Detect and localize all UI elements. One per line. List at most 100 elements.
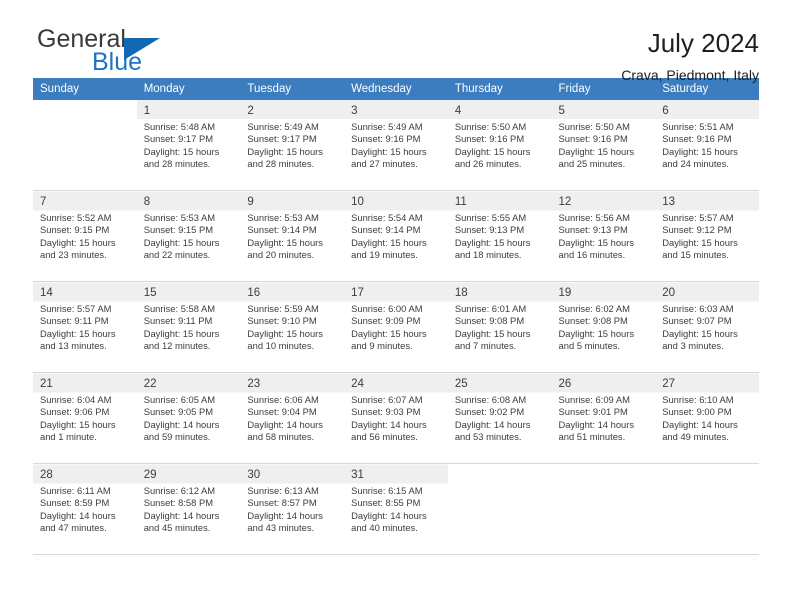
sunrise-text: Sunrise: 6:08 AM [454,394,527,405]
daylight-text-line2: and 12 minutes. [143,340,211,352]
day-cell[interactable]: 26 Sunrise: 6:09 AM Sunset: 9:01 PM Dayl… [551,372,656,464]
daylight-text-line2: and 19 minutes. [351,249,418,261]
sunrise-text: Sunrise: 6:10 AM [662,394,734,405]
daylight-text-line1: Daylight: 14 hours [247,418,323,430]
day-number: 25 [454,378,468,390]
calendar-week-row: 1 Sunrise: 5:48 AM Sunset: 9:17 PM Dayli… [33,100,759,191]
day-cell[interactable]: 24 Sunrise: 6:07 AM Sunset: 9:03 PM Dayl… [344,372,448,464]
day-number: 15 [143,287,157,299]
day-cell[interactable]: 1 Sunrise: 5:48 AM Sunset: 9:17 PM Dayli… [136,100,241,191]
day-number: 1 [143,105,151,117]
day-cell[interactable]: 4 Sunrise: 5:50 AM Sunset: 9:16 PM Dayli… [447,100,552,191]
day-number: 30 [247,469,261,481]
day-cell[interactable]: 25 Sunrise: 6:08 AM Sunset: 9:02 PM Dayl… [447,372,552,464]
sunset-text: Sunset: 9:06 PM [40,406,110,418]
daylight-text-line2: and 51 minutes. [558,431,626,443]
day-cell[interactable]: 16 Sunrise: 5:59 AM Sunset: 9:10 PM Dayl… [240,281,345,373]
day-number: 16 [247,287,261,299]
logo-triangle-icon [124,38,160,60]
sunrise-text: Sunrise: 5:51 AM [662,121,734,132]
daylight-text-line2: and 9 minutes. [351,340,413,352]
day-cell[interactable]: 15 Sunrise: 5:58 AM Sunset: 9:11 PM Dayl… [136,281,241,373]
day-cell[interactable]: 27 Sunrise: 6:10 AM Sunset: 9:00 PM Dayl… [655,372,759,464]
day-number: 24 [351,378,364,390]
daylight-text-line1: Daylight: 15 hours [40,418,116,430]
weekday-header-wednesday: Wednesday [344,78,448,100]
day-cell[interactable]: 31 Sunrise: 6:15 AM Sunset: 8:55 PM Dayl… [344,463,448,555]
sunrise-text: Sunrise: 5:56 AM [558,212,630,223]
day-cell[interactable]: 2 Sunrise: 5:49 AM Sunset: 9:17 PM Dayli… [240,100,345,191]
daylight-text-line2: and 20 minutes. [247,249,315,261]
day-cell[interactable]: 21 Sunrise: 6:04 AM Sunset: 9:06 PM Dayl… [33,372,137,464]
sunset-text: Sunset: 9:17 PM [247,133,317,145]
sunrise-text: Sunrise: 5:53 AM [247,212,319,223]
sunset-text: Sunset: 9:03 PM [351,406,421,418]
daylight-text-line1: Daylight: 15 hours [454,236,531,248]
day-cell-empty [551,463,656,555]
day-cell[interactable]: 5 Sunrise: 5:50 AM Sunset: 9:16 PM Dayli… [551,100,656,191]
day-cell[interactable]: 19 Sunrise: 6:02 AM Sunset: 9:08 PM Dayl… [551,281,656,373]
day-number: 3 [351,105,358,117]
day-cell[interactable]: 13 Sunrise: 5:57 AM Sunset: 9:12 PM Dayl… [655,190,759,282]
sunset-text: Sunset: 9:07 PM [662,315,732,327]
day-cell[interactable]: 20 Sunrise: 6:03 AM Sunset: 9:07 PM Dayl… [655,281,759,373]
day-number: 14 [40,287,53,299]
day-cell[interactable]: 18 Sunrise: 6:01 AM Sunset: 9:08 PM Dayl… [447,281,552,373]
sunrise-text: Sunrise: 5:57 AM [662,212,734,223]
sunset-text: Sunset: 9:02 PM [454,406,525,418]
sunrise-text: Sunrise: 5:49 AM [351,121,423,132]
calendar-table: Sunday Monday Tuesday Wednesday Thursday… [33,78,759,555]
daylight-text-line2: and 58 minutes. [247,431,315,443]
daylight-text-line2: and 10 minutes. [247,340,315,352]
sunset-text: Sunset: 9:16 PM [558,133,628,145]
calendar-week-row: 28 Sunrise: 6:11 AM Sunset: 8:59 PM Dayl… [33,463,759,555]
day-cell[interactable]: 22 Sunrise: 6:05 AM Sunset: 9:05 PM Dayl… [136,372,241,464]
daylight-text-line1: Daylight: 15 hours [662,327,738,339]
day-cell[interactable]: 8 Sunrise: 5:53 AM Sunset: 9:15 PM Dayli… [136,190,241,282]
day-cell[interactable]: 30 Sunrise: 6:13 AM Sunset: 8:57 PM Dayl… [240,463,345,555]
day-cell[interactable]: 11 Sunrise: 5:55 AM Sunset: 9:13 PM Dayl… [447,190,552,282]
sunset-text: Sunset: 8:57 PM [247,497,317,509]
sunset-text: Sunset: 9:12 PM [662,224,732,236]
day-cell[interactable]: 28 Sunrise: 6:11 AM Sunset: 8:59 PM Dayl… [33,463,137,555]
weekday-header-thursday: Thursday [447,78,552,100]
day-cell[interactable]: 10 Sunrise: 5:54 AM Sunset: 9:14 PM Dayl… [344,190,448,282]
daylight-text-line1: Daylight: 15 hours [558,145,635,157]
daylight-text-line2: and 13 minutes. [40,340,107,352]
title-block: July 2024 Crava, Piedmont, Italy [621,26,759,85]
page-header: General Blue July 2024 Crava, Piedmont, … [33,0,759,83]
sunrise-text: Sunrise: 6:01 AM [454,303,527,314]
day-cell[interactable]: 23 Sunrise: 6:06 AM Sunset: 9:04 PM Dayl… [240,372,345,464]
daylight-text-line2: and 22 minutes. [143,249,211,261]
day-cell[interactable]: 14 Sunrise: 5:57 AM Sunset: 9:11 PM Dayl… [33,281,137,373]
sunset-text: Sunset: 8:58 PM [143,497,214,509]
sunrise-text: Sunrise: 6:12 AM [143,485,216,496]
day-number: 13 [662,196,676,208]
day-cell[interactable]: 29 Sunrise: 6:12 AM Sunset: 8:58 PM Dayl… [136,463,241,555]
day-number: 31 [351,469,364,481]
daylight-text-line1: Daylight: 15 hours [143,145,220,157]
day-cell[interactable]: 6 Sunrise: 5:51 AM Sunset: 9:16 PM Dayli… [655,100,759,191]
sunset-text: Sunset: 9:14 PM [247,224,317,236]
daylight-text-line1: Daylight: 14 hours [454,418,531,430]
day-cell[interactable]: 17 Sunrise: 6:00 AM Sunset: 9:09 PM Dayl… [344,281,448,373]
daylight-text-line1: Daylight: 14 hours [143,418,220,430]
day-cell[interactable]: 9 Sunrise: 5:53 AM Sunset: 9:14 PM Dayli… [240,190,345,282]
day-cell[interactable]: 7 Sunrise: 5:52 AM Sunset: 9:15 PM Dayli… [33,190,137,282]
daylight-text-line1: Daylight: 14 hours [558,418,635,430]
day-cell[interactable]: 3 Sunrise: 5:49 AM Sunset: 9:16 PM Dayli… [344,100,448,191]
daylight-text-line1: Daylight: 15 hours [662,236,738,248]
sunset-text: Sunset: 9:10 PM [247,315,317,327]
sunrise-text: Sunrise: 6:15 AM [351,485,423,496]
sunset-text: Sunset: 9:00 PM [662,406,732,418]
daylight-text-line2: and 16 minutes. [558,249,626,261]
sunset-text: Sunset: 9:13 PM [454,224,525,236]
general-blue-logo[interactable]: General Blue [33,26,267,78]
day-number: 12 [558,196,572,208]
daylight-text-line2: and 43 minutes. [247,522,315,534]
day-cell[interactable]: 12 Sunrise: 5:56 AM Sunset: 9:13 PM Dayl… [551,190,656,282]
daylight-text-line2: and 7 minutes. [454,340,517,352]
daylight-text-line1: Daylight: 14 hours [351,418,427,430]
day-number: 23 [247,378,261,390]
sunrise-text: Sunrise: 5:50 AM [454,121,527,132]
